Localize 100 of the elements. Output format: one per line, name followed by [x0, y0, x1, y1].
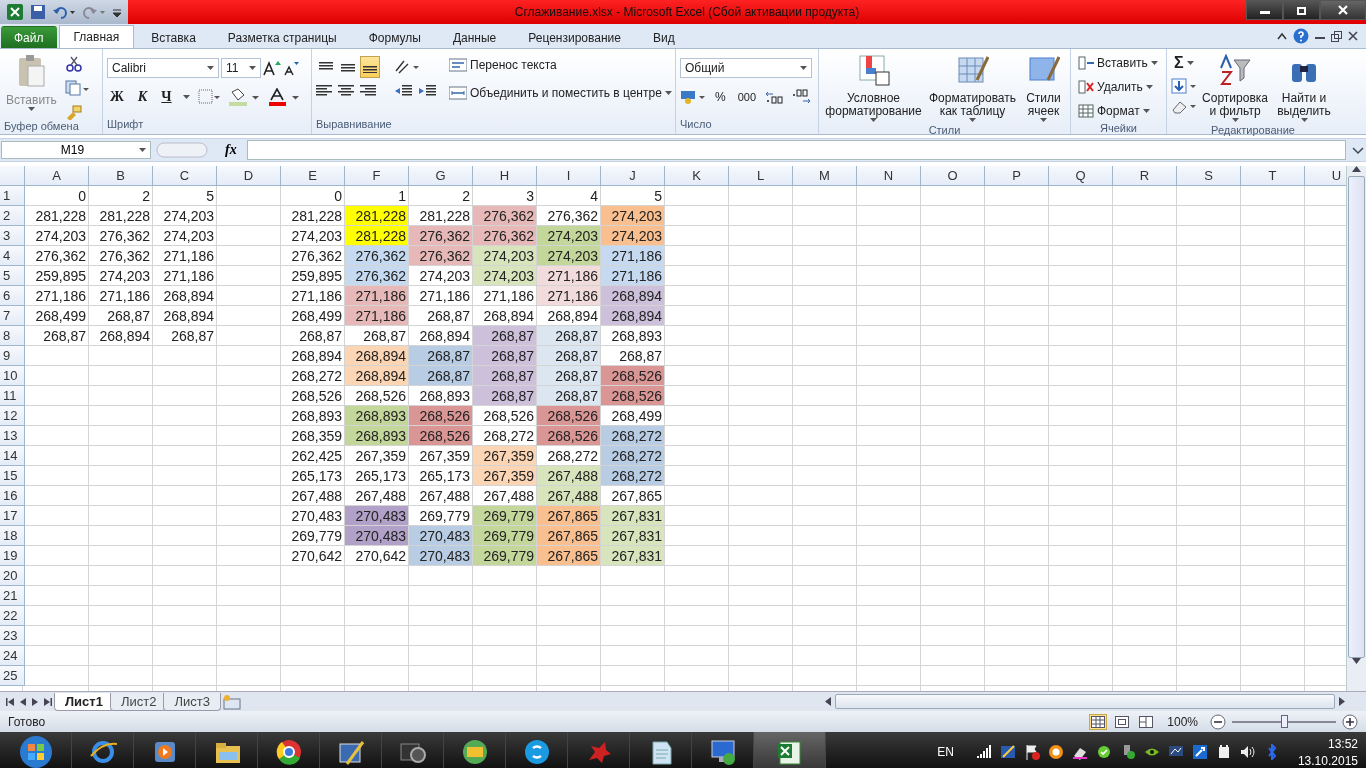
percent-button[interactable]: %	[712, 86, 729, 108]
check-circle-icon[interactable]	[1095, 744, 1112, 760]
scissors-icon[interactable]	[64, 56, 83, 72]
clipboard-icon[interactable]	[16, 54, 47, 88]
ribbon-tab[interactable]: Главная	[58, 25, 135, 48]
name-box[interactable]: M19	[1, 141, 151, 159]
first-sheet-icon[interactable]	[6, 697, 14, 706]
undo-icon[interactable]	[52, 4, 76, 20]
thousands-separator-button[interactable]: 000	[734, 86, 760, 108]
conditional-formatting-button[interactable]: Условное форматирование	[823, 52, 924, 124]
column-header[interactable]: L	[729, 166, 793, 186]
currency-icon[interactable]	[680, 89, 706, 105]
help-icon[interactable]	[1293, 28, 1309, 44]
column-header[interactable]: R	[1113, 166, 1177, 186]
dropdown-caret-icon[interactable]	[1231, 118, 1239, 122]
row-header[interactable]: 16	[0, 486, 25, 506]
dropdown-caret-icon[interactable]	[139, 148, 146, 152]
row-header[interactable]: 14	[0, 446, 25, 466]
sort-filter-button[interactable]: Сортировка и фильтр	[1201, 52, 1269, 124]
cell-styles-button[interactable]: Стили ячеек	[1021, 52, 1066, 124]
number-format-dropdown[interactable]: Общий	[680, 58, 812, 78]
dropdown-caret-icon[interactable]	[1040, 118, 1047, 122]
taskbar-app-button[interactable]	[754, 732, 826, 768]
row-header[interactable]: 2	[0, 206, 25, 226]
signal-bars-icon[interactable]	[975, 744, 992, 760]
save-icon[interactable]	[30, 4, 46, 20]
underline-button[interactable]: Ч	[158, 86, 175, 108]
dropdown-caret-icon[interactable]	[969, 118, 976, 122]
vertical-scrollbar-thumb[interactable]	[1348, 176, 1365, 658]
dropdown-caret-icon[interactable]	[1186, 61, 1194, 65]
row-header[interactable]: 25	[0, 666, 25, 686]
dropdown-caret-icon[interactable]	[870, 118, 877, 122]
zoom-in-icon[interactable]	[1342, 713, 1358, 730]
sheet-tab[interactable]: Лист3	[163, 692, 221, 711]
clock-date[interactable]: 13.10.2015	[1297, 753, 1358, 768]
bold-button[interactable]: Ж	[107, 86, 127, 108]
previous-sheet-icon[interactable]	[20, 697, 26, 706]
italic-button[interactable]: К	[134, 86, 151, 108]
dropdown-caret-icon[interactable]	[1145, 85, 1153, 89]
ribbon-tab[interactable]: Формулы	[353, 26, 436, 48]
column-header[interactable]: I	[537, 166, 601, 186]
row-header[interactable]: 19	[0, 546, 25, 566]
last-sheet-icon[interactable]	[44, 697, 52, 706]
scroll-right-icon[interactable]	[1339, 697, 1345, 706]
normal-view-button[interactable]	[1089, 713, 1108, 730]
align-left-icon[interactable]	[316, 84, 332, 98]
dropdown-caret-icon[interactable]	[207, 66, 214, 70]
text-orientation-icon[interactable]	[394, 59, 420, 75]
row-header[interactable]: 5	[0, 266, 25, 286]
find-select-button[interactable]: Найти и выделить	[1273, 52, 1335, 124]
scroll-left-icon[interactable]	[825, 697, 831, 706]
column-header[interactable]: M	[793, 166, 857, 186]
page-layout-button[interactable]	[1113, 713, 1132, 730]
horizontal-scrollbar-thumb[interactable]	[835, 694, 1335, 709]
ribbon-tab[interactable]: Рецензирование	[513, 26, 636, 48]
column-header[interactable]: B	[89, 166, 153, 186]
column-header[interactable]: N	[857, 166, 921, 186]
row-header[interactable]: 13	[0, 426, 25, 446]
vertical-align-button[interactable]	[360, 56, 380, 78]
row-header[interactable]: 1	[0, 186, 25, 206]
dropdown-caret-icon[interactable]	[1142, 109, 1150, 113]
column-header[interactable]: T	[1241, 166, 1305, 186]
column-header[interactable]: S	[1177, 166, 1241, 186]
column-header[interactable]: O	[921, 166, 985, 186]
dropdown-caret-icon[interactable]	[27, 107, 35, 111]
row-header[interactable]: 11	[0, 386, 25, 406]
restore-button[interactable]	[1283, 0, 1320, 20]
row-header[interactable]: 7	[0, 306, 25, 326]
dropdown-caret-icon[interactable]	[664, 91, 672, 95]
shrink-font-icon[interactable]	[283, 60, 299, 76]
restore-icon[interactable]	[1331, 30, 1342, 42]
tool-icon[interactable]	[1191, 744, 1208, 760]
format-cells-button[interactable]: Формат	[1075, 100, 1161, 122]
column-header[interactable]: H	[473, 166, 537, 186]
ring-icon[interactable]	[1047, 744, 1064, 760]
fill-color-icon[interactable]	[227, 88, 260, 106]
copy-icon[interactable]	[64, 80, 89, 96]
close-button[interactable]	[1320, 0, 1366, 20]
formula-input[interactable]	[246, 140, 1346, 160]
font-family-dropdown[interactable]: Calibri	[107, 58, 219, 78]
ribbon-tab[interactable]: Данные	[437, 26, 512, 48]
row-header[interactable]: 24	[0, 646, 25, 666]
clock-time[interactable]: 13:52	[1327, 736, 1358, 751]
column-header[interactable]: F	[345, 166, 409, 186]
row-header[interactable]: 3	[0, 226, 25, 246]
pen-window-icon[interactable]	[999, 744, 1016, 760]
column-header[interactable]: Q	[1049, 166, 1113, 186]
increase-indent-icon[interactable]	[418, 84, 436, 98]
decrease-indent-icon[interactable]	[394, 84, 412, 98]
fill-down-icon[interactable]	[1171, 78, 1197, 94]
file-menu-tab[interactable]: Файл	[1, 26, 57, 48]
format-as-table-button[interactable]: Форматировать как таблицу	[926, 52, 1019, 124]
row-header[interactable]: 10	[0, 366, 25, 386]
row-header[interactable]: 22	[0, 606, 25, 626]
insert-cells-button[interactable]: Вставить	[1075, 52, 1161, 74]
ribbon-tab[interactable]: Вид	[637, 26, 690, 48]
column-header[interactable]: E	[281, 166, 345, 186]
collapse-ribbon-icon[interactable]	[1277, 32, 1287, 40]
align-center-icon[interactable]	[338, 84, 354, 98]
row-header[interactable]: 17	[0, 506, 25, 526]
